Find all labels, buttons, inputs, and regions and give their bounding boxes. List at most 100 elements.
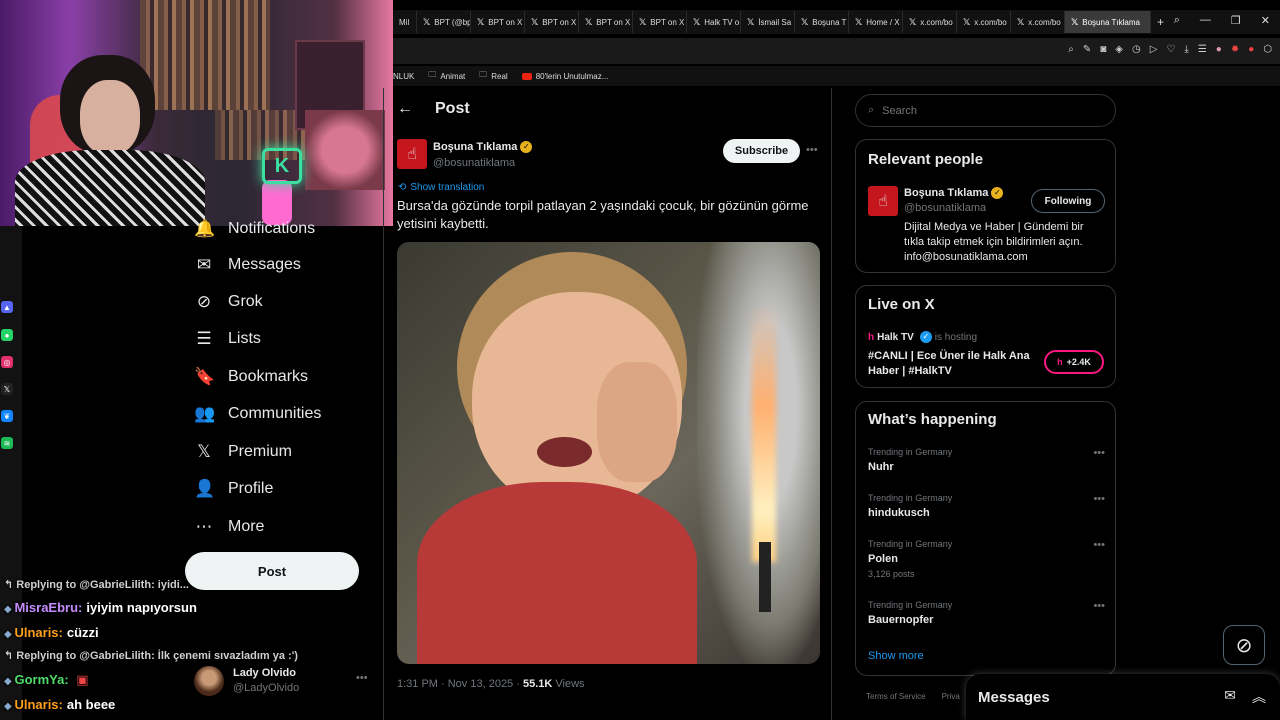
relevant-people-card: Relevant people ☝ Boşuna Tıklama ✓ @bosun… bbox=[855, 139, 1116, 273]
nav-item-communities[interactable]: 👥 Communities bbox=[194, 401, 321, 427]
browser-tab[interactable]: 𝕏 BPT on X bbox=[471, 11, 525, 33]
close-window-icon[interactable]: ✕ bbox=[1261, 14, 1270, 27]
new-tab-button[interactable]: + bbox=[1151, 11, 1170, 33]
nav-label: Bookmarks bbox=[228, 368, 309, 385]
show-translation-link[interactable]: ⟲ Show translation bbox=[398, 182, 484, 193]
x-logo-icon: 𝕏 bbox=[909, 16, 917, 27]
hand-pointer-icon: ☝ bbox=[878, 193, 888, 210]
nav-item-notifications[interactable]: 🔔 Notifications bbox=[194, 216, 315, 242]
camera-icon[interactable]: ◙ bbox=[1100, 44, 1106, 55]
grok-floating-button[interactable]: ⊘ bbox=[1223, 625, 1265, 665]
browser-tab[interactable]: 𝕏 Boşuna Tıklama bbox=[1065, 11, 1151, 33]
account-more-icon[interactable]: ••• bbox=[356, 672, 368, 684]
trend-item[interactable]: Trending in Germany Polen 3,126 posts ••• bbox=[868, 539, 1105, 579]
post-button[interactable]: Post bbox=[185, 552, 359, 590]
search-tabs-icon[interactable]: ⌕ bbox=[1174, 14, 1180, 27]
clock-icon[interactable]: ◷ bbox=[1132, 44, 1141, 55]
grok-icon: ⊘ bbox=[196, 292, 212, 311]
account-avatar[interactable] bbox=[194, 666, 224, 696]
edit-icon[interactable]: ✎ bbox=[1083, 44, 1091, 55]
search-placeholder: Search bbox=[882, 104, 918, 117]
live-stream-title[interactable]: #CANLI | Ece Üner ile Halk Ana Haber | #… bbox=[868, 349, 1038, 379]
x-logo-icon: 𝕏 bbox=[585, 16, 593, 27]
firework-tube bbox=[759, 542, 771, 612]
bookmark-2[interactable]: 🗀 Real bbox=[479, 69, 507, 83]
relevant-people-title: Relevant people bbox=[868, 151, 984, 168]
x-logo-icon: 𝕏 bbox=[855, 16, 863, 27]
new-message-icon[interactable]: ✉ bbox=[1224, 687, 1236, 707]
post-time[interactable]: 1:31 PM · Nov 13, 2025 · bbox=[397, 678, 523, 690]
browser-tab[interactable]: 𝕏 Home / X bbox=[849, 11, 903, 33]
trend-item[interactable]: Trending in Germany hindukusch ••• bbox=[868, 493, 1105, 519]
window-controls: ⌕ — ❐ ✕ bbox=[1174, 14, 1270, 27]
bookmark-0[interactable]: NLUK bbox=[393, 72, 414, 81]
trend-item[interactable]: Trending in Germany Nuhr ••• bbox=[868, 447, 1105, 473]
live-host[interactable]: h Halk TV ✓ is hosting bbox=[868, 331, 977, 343]
browser-tab[interactable]: 𝕏 BPT on X bbox=[579, 11, 633, 33]
trend-more-icon[interactable]: ••• bbox=[1093, 447, 1105, 459]
following-button[interactable]: Following bbox=[1031, 189, 1105, 213]
nav-item-messages[interactable]: ✉ Messages bbox=[194, 252, 301, 278]
nav-label: Communities bbox=[228, 405, 322, 422]
menu-icon[interactable]: ☰ bbox=[1198, 44, 1207, 55]
messages-drawer[interactable]: Messages ✉ ︽ bbox=[966, 674, 1280, 720]
extension-record-icon[interactable]: ● bbox=[1248, 44, 1254, 55]
nav-item-lists[interactable]: ☰ Lists bbox=[194, 326, 261, 352]
nav-item-premium[interactable]: 𝕏 Premium bbox=[194, 439, 292, 465]
shield-icon[interactable]: ◈ bbox=[1115, 44, 1123, 55]
browser-tab[interactable]: 𝕏 BPT (@bp bbox=[417, 11, 471, 33]
relevant-user[interactable]: Boşuna Tıklama ✓ @bosunatiklama bbox=[904, 186, 1004, 216]
terms-link[interactable]: Terms of Service bbox=[866, 692, 926, 701]
privacy-link[interactable]: Priva bbox=[942, 692, 960, 701]
nav-item-grok[interactable]: ⊘ Grok bbox=[194, 289, 263, 315]
minimize-icon[interactable]: — bbox=[1200, 14, 1211, 27]
browser-tab[interactable]: 𝕏x.com/bo bbox=[957, 11, 1011, 33]
more-circle-icon: ⋯ bbox=[195, 517, 213, 536]
browser-tab[interactable]: 𝕏 BPT on X bbox=[525, 11, 579, 33]
instagram-icon: ◎ bbox=[1, 356, 13, 368]
trend-more-icon[interactable]: ••• bbox=[1093, 600, 1105, 612]
nav-item-profile[interactable]: 👤 Profile bbox=[194, 476, 273, 502]
extension-icon[interactable]: ✹ bbox=[1231, 44, 1239, 55]
trend-more-icon[interactable]: ••• bbox=[1093, 539, 1105, 551]
cube-icon[interactable]: ⬡ bbox=[1263, 44, 1272, 55]
restore-icon[interactable]: ❐ bbox=[1231, 14, 1241, 27]
toolbar-icons: ⌕ ✎ ◙ ◈ ◷ ▷ ♡ ⤓ ☰ ● ✹ ● ⬡ bbox=[1068, 44, 1272, 55]
nav-label: Grok bbox=[228, 293, 263, 310]
bookmarks-bar: NLUK 🗀 Animat 🗀 Real 80'lerin Unutulmaz... bbox=[393, 66, 1280, 86]
browser-tab[interactable]: 𝕏 BPT on X bbox=[633, 11, 687, 33]
play-icon[interactable]: ▷ bbox=[1150, 44, 1158, 55]
trend-item[interactable]: Trending in Germany Bauernopfer ••• bbox=[868, 600, 1105, 626]
x-logo-icon: 𝕏 bbox=[693, 16, 701, 27]
nav-item-more[interactable]: ⋯ More bbox=[194, 514, 265, 540]
post-header: ← Post bbox=[397, 100, 470, 118]
heart-icon[interactable]: ♡ bbox=[1166, 44, 1175, 55]
back-arrow-icon[interactable]: ← bbox=[397, 100, 413, 118]
browser-tab[interactable]: 𝕏x.com/bo bbox=[1011, 11, 1065, 33]
expand-icon[interactable]: ︽ bbox=[1252, 687, 1266, 707]
live-listeners-badge[interactable]: h +2.4K bbox=[1044, 350, 1104, 374]
trend-more-icon[interactable]: ••• bbox=[1093, 493, 1105, 505]
browser-tab[interactable]: 𝕏 İsmail Sa bbox=[741, 11, 795, 33]
browser-tab[interactable]: 𝕏x.com/bo bbox=[903, 11, 957, 33]
bookmark-3[interactable]: 80'lerin Unutulmaz... bbox=[521, 72, 608, 81]
browser-tab[interactable]: 𝕏 Halk TV o bbox=[687, 11, 741, 33]
author-avatar[interactable]: ☝ bbox=[397, 139, 427, 169]
profile-icon[interactable]: ● bbox=[1216, 44, 1222, 55]
browser-tab[interactable]: 𝕏 Boşuna T bbox=[795, 11, 849, 33]
lens-icon[interactable]: ⌕ bbox=[1068, 44, 1074, 55]
post-image[interactable] bbox=[397, 242, 820, 664]
relevant-avatar[interactable]: ☝ bbox=[868, 186, 898, 216]
search-input[interactable]: ⌕ Search bbox=[855, 94, 1116, 127]
author-info[interactable]: Boşuna Tıklama ✓ @bosunatiklama bbox=[433, 139, 533, 171]
tab-label: x.com/bo bbox=[1028, 17, 1061, 27]
account-switcher[interactable]: Lady Olvido @LadyOlvido bbox=[233, 666, 299, 696]
show-more-link[interactable]: Show more bbox=[868, 650, 924, 662]
bookmark-1[interactable]: 🗀 Animat bbox=[428, 69, 465, 83]
browser-tab[interactable]: Mil bbox=[393, 11, 417, 33]
post-more-icon[interactable]: ••• bbox=[806, 144, 818, 156]
account-name: Lady Olvido bbox=[233, 667, 296, 679]
subscribe-button[interactable]: Subscribe bbox=[723, 139, 800, 163]
download-icon[interactable]: ⤓ bbox=[1184, 44, 1188, 55]
nav-item-bookmarks[interactable]: 🔖 Bookmarks bbox=[194, 364, 308, 390]
